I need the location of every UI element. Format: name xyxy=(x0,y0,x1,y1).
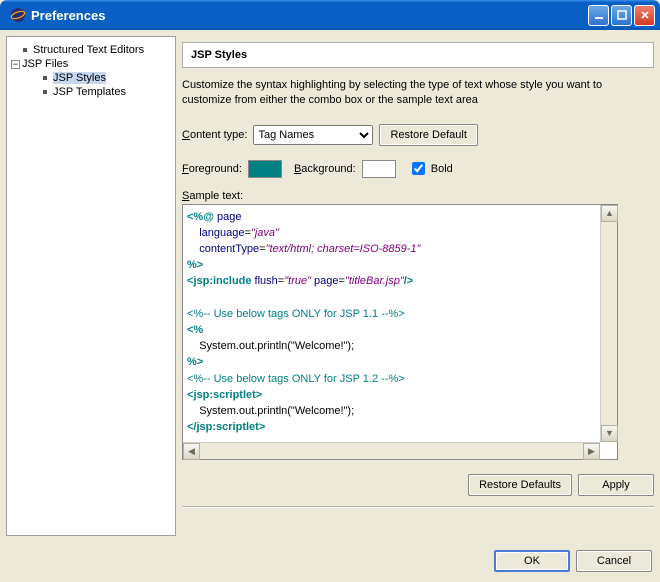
separator xyxy=(182,506,654,507)
page-title: JSP Styles xyxy=(182,42,654,68)
sample-text-area[interactable]: <%@ page language="java" contentType="te… xyxy=(182,204,618,460)
background-label: Background: xyxy=(294,163,356,175)
page-description: Customize the syntax highlighting by sel… xyxy=(182,78,654,108)
preferences-tree[interactable]: Structured Text Editors −JSP Files JSP S… xyxy=(6,36,176,536)
tree-collapse-icon[interactable]: − xyxy=(11,60,20,69)
apply-button[interactable]: Apply xyxy=(578,474,654,496)
window-title: Preferences xyxy=(31,8,588,23)
restore-default-button[interactable]: Restore Default xyxy=(379,124,477,146)
horizontal-scrollbar[interactable]: ◀ ▶ xyxy=(183,442,600,459)
titlebar: Preferences xyxy=(0,0,660,30)
bold-checkbox[interactable] xyxy=(412,162,425,175)
content-type-label: Content type: xyxy=(182,129,247,141)
tree-item-jsp-templates[interactable]: JSP Templates xyxy=(11,85,171,99)
tree-item-jsp-styles[interactable]: JSP Styles xyxy=(11,71,171,85)
window-controls xyxy=(588,5,655,26)
bold-label: Bold xyxy=(431,163,453,175)
maximize-button[interactable] xyxy=(611,5,632,26)
dialog-buttons: OK Cancel xyxy=(0,542,660,572)
app-icon xyxy=(10,7,26,23)
vertical-scrollbar[interactable]: ▲ ▼ xyxy=(600,205,617,442)
scroll-right-icon[interactable]: ▶ xyxy=(583,443,600,460)
close-button[interactable] xyxy=(634,5,655,26)
sample-text-label: Sample text: xyxy=(182,190,654,202)
tree-item-jsp-files[interactable]: −JSP Files xyxy=(11,57,171,71)
sample-code: <%@ page language="java" contentType="te… xyxy=(183,205,600,442)
restore-defaults-button[interactable]: Restore Defaults xyxy=(468,474,572,496)
foreground-label: Foreground: xyxy=(182,163,242,175)
ok-button[interactable]: OK xyxy=(494,550,570,572)
settings-pane: JSP Styles Customize the syntax highligh… xyxy=(182,36,654,536)
minimize-button[interactable] xyxy=(588,5,609,26)
content-type-select[interactable]: Tag Names xyxy=(253,125,373,145)
foreground-swatch[interactable] xyxy=(248,160,282,178)
tree-item-structured-text[interactable]: Structured Text Editors xyxy=(11,43,171,57)
cancel-button[interactable]: Cancel xyxy=(576,550,652,572)
background-swatch[interactable] xyxy=(362,160,396,178)
scroll-up-icon[interactable]: ▲ xyxy=(601,205,618,222)
scroll-down-icon[interactable]: ▼ xyxy=(601,425,618,442)
scroll-left-icon[interactable]: ◀ xyxy=(183,443,200,460)
